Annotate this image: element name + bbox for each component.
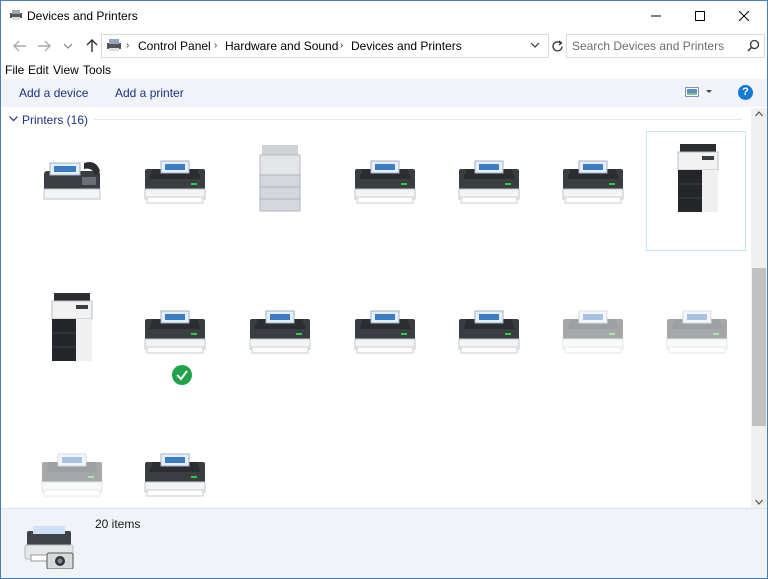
menu-bar: File Edit View Tools	[1, 61, 767, 79]
minimize-button[interactable]	[634, 1, 678, 31]
recent-locations-button[interactable]	[63, 38, 73, 54]
device-item[interactable]	[542, 281, 642, 421]
menu-edit[interactable]: Edit	[28, 63, 49, 77]
vertical-scrollbar[interactable]	[751, 108, 767, 508]
devices-and-printers-window: Devices and Printers › Control Panel › H…	[0, 0, 768, 579]
scroll-down-icon[interactable]	[755, 499, 763, 505]
breadcrumb-separator: ›	[340, 40, 344, 51]
scroll-thumb[interactable]	[752, 268, 766, 426]
close-button[interactable]	[722, 1, 766, 31]
maximize-icon	[695, 11, 705, 21]
device-item[interactable]	[646, 131, 746, 251]
details-pane: 20 items	[1, 508, 767, 578]
search-icon[interactable]	[747, 39, 760, 52]
forward-arrow-icon	[38, 40, 51, 52]
device-item[interactable]	[21, 281, 121, 421]
printer-icon	[139, 434, 211, 506]
device-item[interactable]	[124, 424, 224, 508]
back-button[interactable]	[11, 38, 29, 54]
printer-icon	[557, 141, 629, 213]
refresh-icon	[551, 39, 563, 51]
title-bar: Devices and Printers	[1, 1, 767, 31]
search-placeholder: Search Devices and Printers	[572, 39, 725, 53]
devices-content: Printers (16)	[1, 108, 751, 508]
help-icon: ?	[742, 86, 749, 98]
window-title: Devices and Printers	[27, 9, 138, 23]
printer-faded-icon	[557, 291, 629, 363]
device-item[interactable]	[438, 281, 538, 421]
up-button[interactable]	[83, 38, 101, 54]
add-printer-button[interactable]: Add a printer	[115, 86, 184, 100]
up-arrow-icon	[86, 39, 98, 52]
refresh-button[interactable]	[548, 38, 566, 54]
device-item[interactable]	[124, 281, 224, 421]
search-input[interactable]: Search Devices and Printers	[566, 34, 765, 58]
copier-gray-icon	[244, 141, 316, 213]
fax-icon	[36, 141, 108, 213]
printer-faded-icon	[661, 291, 733, 363]
close-icon	[739, 11, 749, 21]
forward-button[interactable]	[35, 38, 53, 54]
breadcrumb-devices-and-printers[interactable]: Devices and Printers	[351, 39, 462, 53]
printer-icon	[244, 291, 316, 363]
breadcrumb-separator: ›	[126, 40, 130, 51]
device-item[interactable]	[21, 424, 121, 508]
printer-icon	[453, 141, 525, 213]
printer-icon	[349, 141, 421, 213]
printer-icon	[349, 291, 421, 363]
printer-icon	[453, 291, 525, 363]
back-arrow-icon	[13, 40, 26, 52]
device-item[interactable]	[646, 281, 746, 421]
command-bar: Add a device Add a printer ?	[1, 79, 767, 107]
maximize-button[interactable]	[678, 1, 722, 31]
breadcrumb-control-panel[interactable]: Control Panel	[138, 39, 211, 53]
printer-icon	[139, 291, 211, 363]
menu-tools[interactable]: Tools	[83, 63, 111, 77]
printer-icon	[139, 141, 211, 213]
device-item[interactable]	[542, 131, 642, 271]
minimize-icon	[651, 15, 661, 17]
device-item[interactable]	[334, 281, 434, 421]
chevron-down-icon	[9, 116, 18, 122]
copier-black-icon	[36, 291, 108, 363]
default-printer-check-icon	[172, 365, 192, 385]
change-view-icon[interactable]	[685, 87, 699, 97]
device-item[interactable]	[438, 131, 538, 271]
help-button[interactable]: ?	[738, 85, 753, 100]
view-dropdown-icon[interactable]	[706, 90, 712, 94]
control-panel-icon	[107, 39, 121, 51]
address-dropdown-icon[interactable]	[530, 41, 540, 49]
device-item[interactable]	[229, 131, 329, 271]
devices-printers-camera-icon	[24, 526, 74, 569]
group-divider	[94, 119, 742, 120]
add-device-button[interactable]: Add a device	[19, 86, 88, 100]
devices-printers-icon	[10, 10, 22, 20]
address-bar[interactable]: › Control Panel › Hardware and Sound › D…	[101, 34, 549, 58]
copier-black-icon	[662, 142, 734, 214]
device-item[interactable]	[229, 281, 329, 421]
breadcrumb-separator: ›	[214, 40, 218, 51]
scroll-up-icon[interactable]	[755, 111, 763, 117]
printer-faded-icon	[36, 434, 108, 506]
device-item[interactable]	[124, 131, 224, 271]
breadcrumb-hardware-and-sound[interactable]: Hardware and Sound	[225, 39, 338, 53]
chevron-down-icon	[64, 43, 72, 49]
menu-view[interactable]: View	[53, 63, 79, 77]
menu-file[interactable]: File	[5, 63, 24, 77]
device-item[interactable]	[334, 131, 434, 271]
item-count: 20 items	[95, 517, 141, 531]
printers-group-label: Printers (16)	[22, 113, 89, 127]
device-item[interactable]	[21, 131, 121, 271]
